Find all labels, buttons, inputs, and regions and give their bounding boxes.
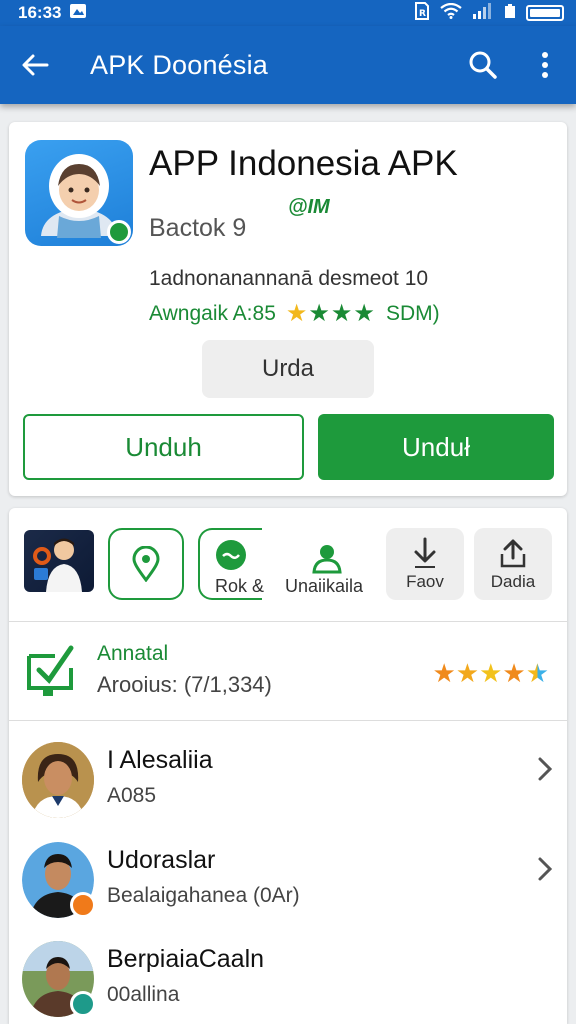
app-tag: @IM bbox=[288, 196, 330, 218]
developer-name[interactable]: Bactok 9 bbox=[149, 214, 246, 243]
avatar bbox=[22, 742, 94, 818]
app-bar: APK Doonésia bbox=[0, 26, 576, 104]
download-tile-label: Faov bbox=[406, 572, 444, 591]
search-button[interactable] bbox=[452, 26, 514, 104]
teal-badge-icon bbox=[70, 991, 96, 1017]
status-bar: 16:33 R bbox=[0, 0, 576, 26]
image-icon bbox=[69, 3, 87, 24]
more-vert-icon bbox=[542, 52, 548, 78]
location-button[interactable] bbox=[108, 528, 184, 600]
verified-badge-icon bbox=[107, 220, 131, 244]
person-subtitle: 00allina bbox=[107, 983, 180, 1006]
user-label[interactable]: Unaiikaila bbox=[285, 576, 363, 597]
rating-check-icon bbox=[25, 644, 75, 696]
person-name: BerpiaiaCaaln bbox=[107, 945, 265, 973]
list-item[interactable]: Udoraslar Bealaigahanea (0Ar) bbox=[9, 842, 567, 938]
rating-count: Arooius: (7/1,334) bbox=[97, 672, 272, 697]
app-description: 1adnonanannanā desmeot 10 bbox=[149, 267, 429, 290]
signal-icon bbox=[472, 2, 494, 24]
battery-icon bbox=[526, 5, 564, 21]
sim-icon: R bbox=[414, 1, 430, 25]
rating-stars-icon: ★★★★★ bbox=[432, 658, 549, 688]
more-options-button[interactable] bbox=[514, 26, 576, 104]
location-pin-icon bbox=[132, 546, 160, 582]
download-button[interactable]: Unduł bbox=[318, 414, 554, 480]
wifi-icon bbox=[440, 2, 462, 24]
divider bbox=[9, 621, 567, 622]
avatar bbox=[22, 842, 96, 918]
download-outline-button[interactable]: Unduh bbox=[23, 414, 304, 480]
list-item[interactable]: I Alesaliia A085 bbox=[9, 742, 567, 838]
person-subtitle: Bealaigahanea (0Ar) bbox=[107, 884, 300, 907]
share-label: Rok & bbox=[215, 576, 265, 596]
person-icon[interactable] bbox=[311, 542, 343, 579]
upload-icon bbox=[500, 539, 526, 568]
chevron-right-icon[interactable] bbox=[537, 756, 553, 787]
svg-text:R: R bbox=[419, 9, 426, 19]
rating-label: Awngaik A:85 bbox=[149, 301, 276, 325]
avatar bbox=[22, 941, 96, 1017]
app-title: APP Indonesia APK bbox=[149, 144, 458, 183]
upload-tile-label: Dadia bbox=[490, 572, 536, 591]
back-button[interactable] bbox=[0, 26, 70, 104]
app-bar-title: APK Doonésia bbox=[90, 49, 269, 80]
status-time: 16:33 bbox=[18, 3, 62, 22]
app-icon bbox=[25, 140, 133, 246]
urda-button[interactable]: Urda bbox=[202, 340, 374, 398]
arrow-left-icon bbox=[22, 54, 49, 76]
rating-line: Awngaik A:85 ★★★★ SDM) bbox=[149, 299, 440, 328]
list-item[interactable]: BerpiaiaCaaln 00allina bbox=[9, 941, 567, 1024]
app-details-card: APP Indonesia APK @IM Bactok 9 1adnonana… bbox=[9, 122, 567, 496]
orange-badge-icon bbox=[70, 892, 96, 918]
share-icon bbox=[216, 540, 246, 570]
upload-tile[interactable]: Dadia bbox=[474, 528, 552, 600]
person-thumbnail-image bbox=[33, 538, 82, 592]
details-card: Rok & Unaiikaila Faov Dadia Annatal Aroo… bbox=[9, 508, 567, 1024]
small-battery-icon bbox=[504, 3, 516, 24]
search-icon bbox=[469, 51, 497, 79]
divider bbox=[9, 720, 567, 721]
download-icon bbox=[414, 537, 436, 568]
rating-title: Annatal bbox=[97, 642, 169, 665]
person-name: Udoraslar bbox=[107, 846, 216, 874]
download-tile[interactable]: Faov bbox=[386, 528, 464, 600]
star-rating-icon: ★★★★ bbox=[285, 300, 376, 327]
rating-suffix: SDM) bbox=[385, 301, 440, 325]
person-name: I Alesaliia bbox=[107, 746, 213, 774]
person-subtitle: A085 bbox=[107, 784, 157, 807]
chevron-right-icon[interactable] bbox=[537, 856, 553, 887]
app-thumbnail[interactable] bbox=[24, 530, 94, 592]
